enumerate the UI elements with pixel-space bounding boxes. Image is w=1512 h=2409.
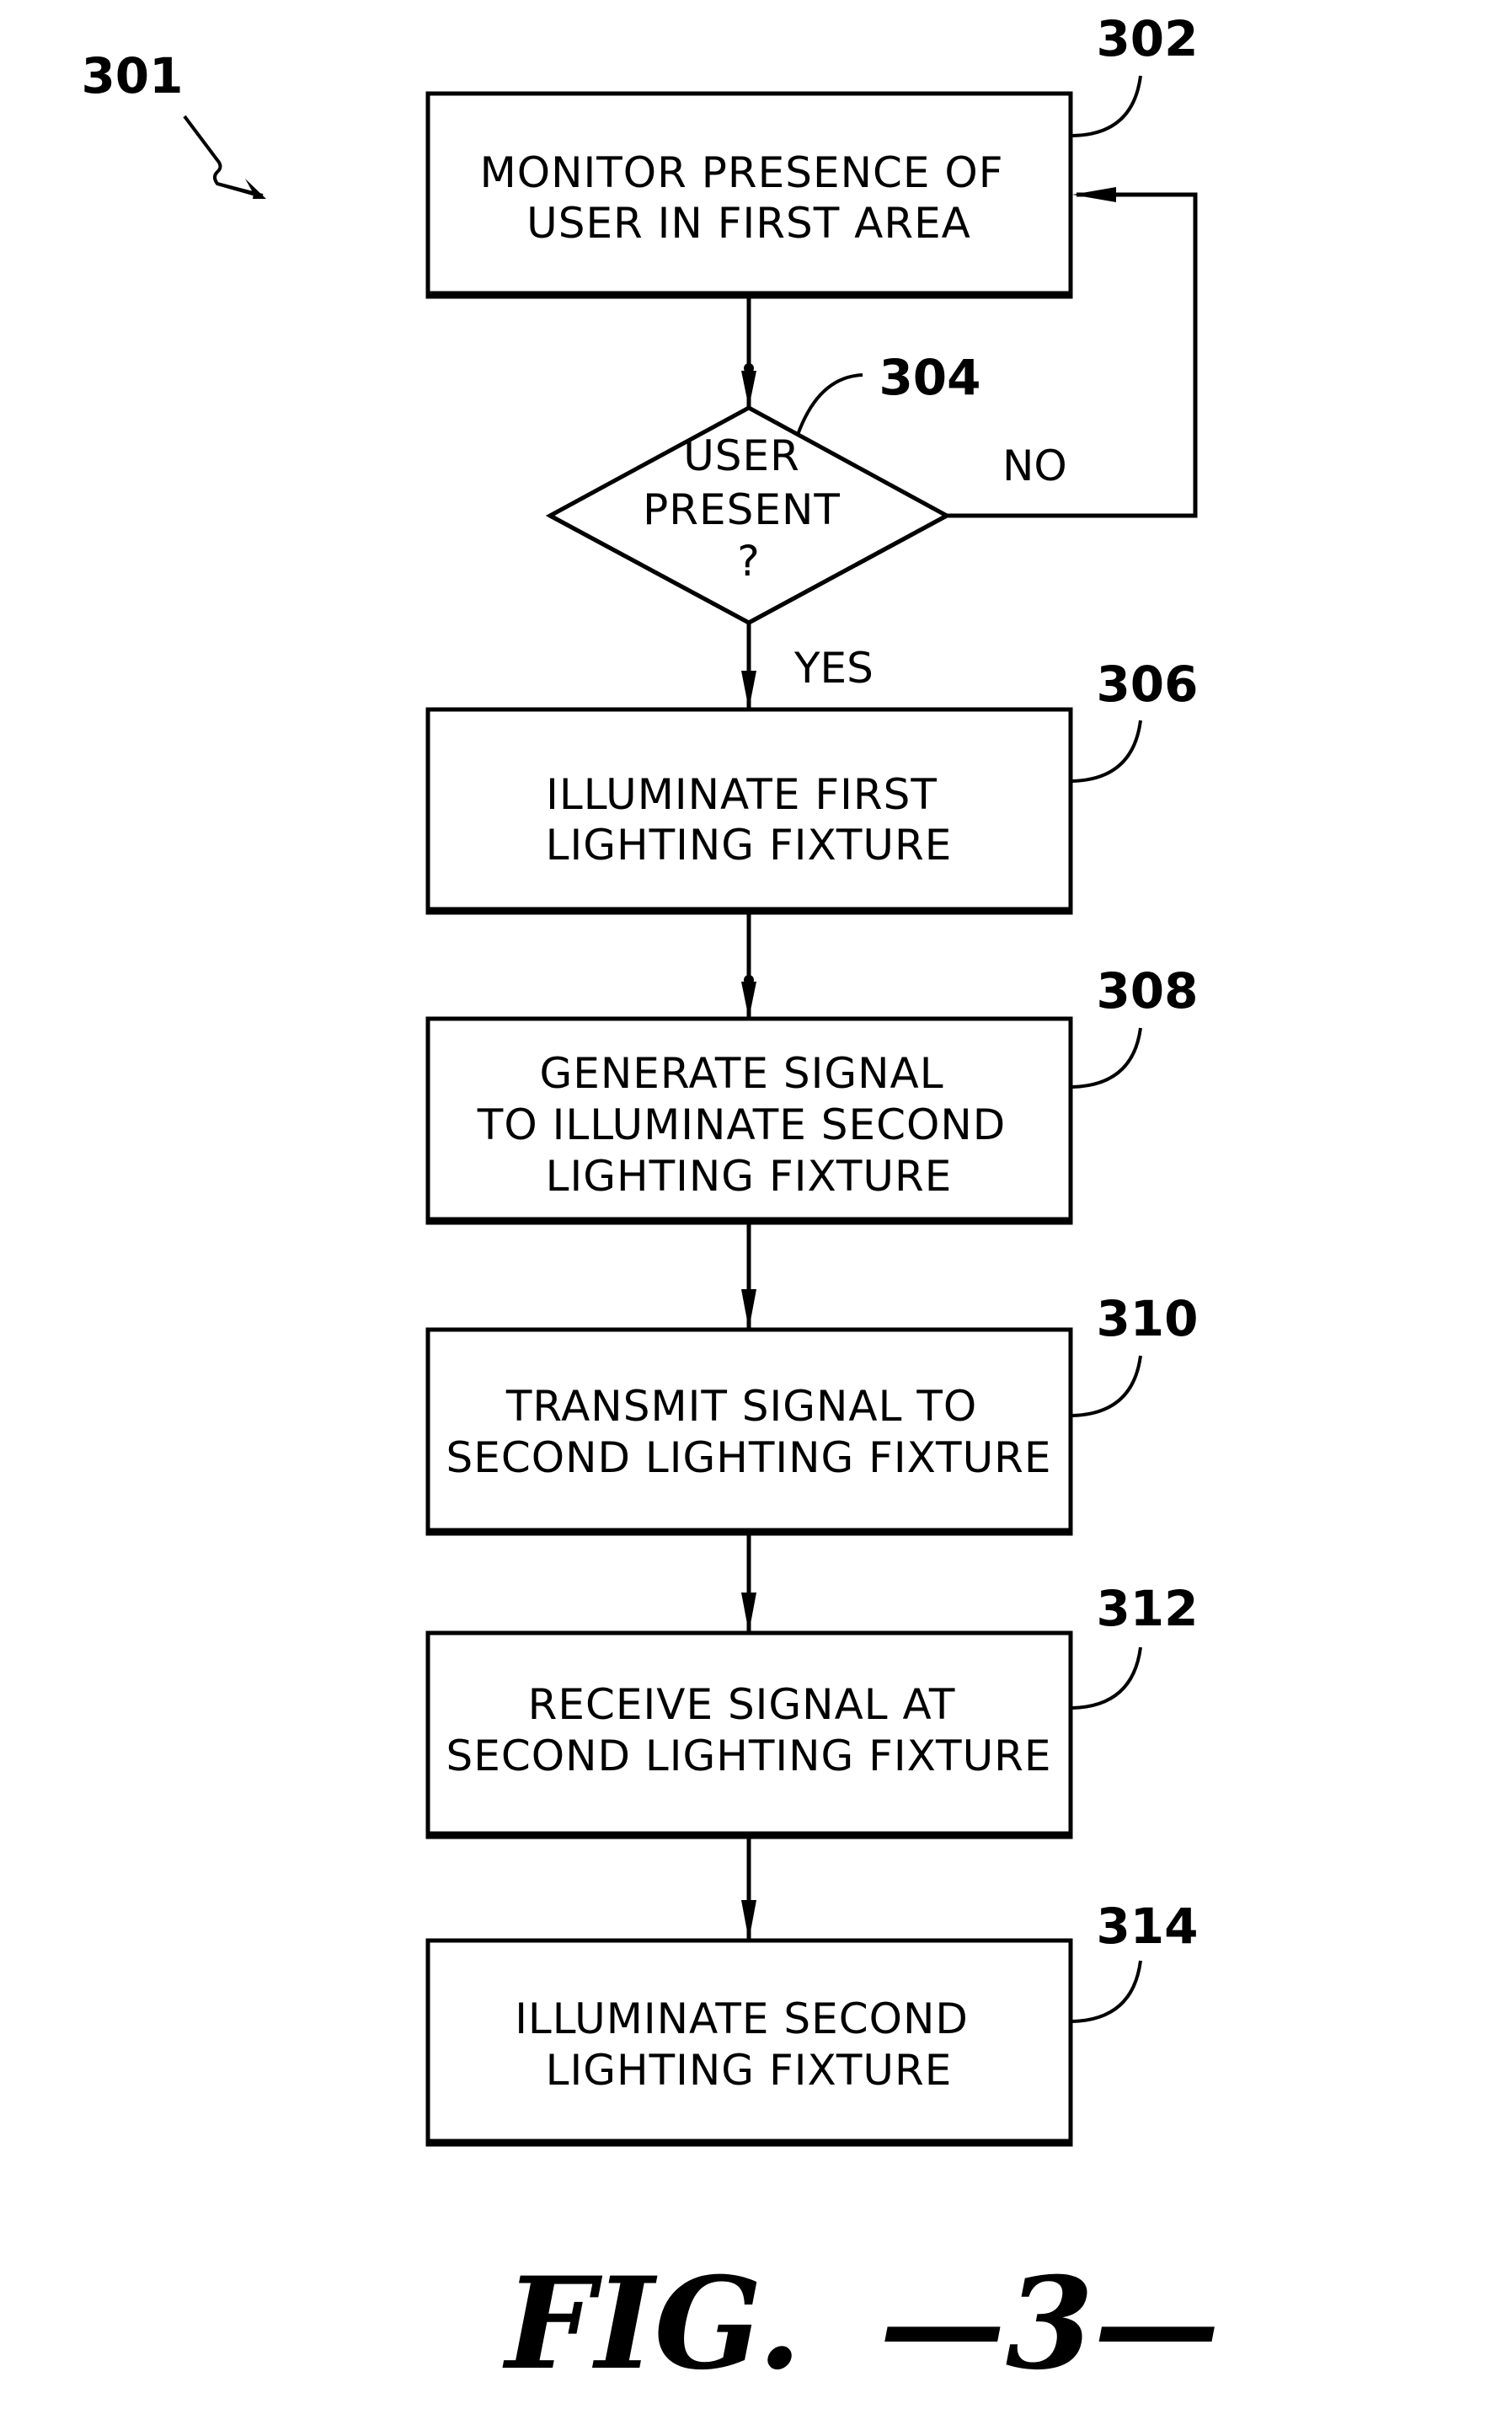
step-306-leader-line xyxy=(1071,720,1142,783)
branch-yes-label: YES xyxy=(793,644,874,693)
step-302-leader-line xyxy=(1071,75,1142,137)
step-302-reference: 302 xyxy=(1096,10,1198,67)
arrowhead-304-306-icon xyxy=(741,671,756,709)
step-304-line-3: ? xyxy=(737,537,761,586)
step-306-box[interactable]: ILLUMINATE FIRST LIGHTING FIXTURE xyxy=(425,707,1073,915)
step-308-text: GENERATE SIGNAL TO ILLUMINATE SECOND LIG… xyxy=(477,1049,1020,1201)
step-302-line-2: USER IN FIRST AREA xyxy=(526,199,971,248)
step-314-box[interactable]: ILLUMINATE SECOND LIGHTING FIXTURE xyxy=(425,1938,1073,2147)
step-312-box[interactable]: RECEIVE SIGNAL AT SECOND LIGHTING FIXTUR… xyxy=(425,1630,1073,1839)
connector-dot-306-308 xyxy=(744,975,754,985)
figure-caption: FIG. —3— xyxy=(502,2250,1220,2398)
step-312-reference: 312 xyxy=(1096,1580,1198,1637)
step-314-reference: 314 xyxy=(1096,1898,1198,1955)
figure-reference-label: 301 xyxy=(81,47,183,104)
step-304-decision[interactable]: USER PRESENT ? xyxy=(545,405,952,625)
step-308-line-1: GENERATE SIGNAL xyxy=(540,1049,944,1098)
arrowhead-312-314-icon xyxy=(741,1900,756,1941)
step-310-line-1: TRANSMIT SIGNAL TO xyxy=(505,1382,977,1431)
figure-caption-number: —3— xyxy=(879,2250,1220,2398)
connector-dot-302-304 xyxy=(744,363,754,373)
step-310-leader-line xyxy=(1071,1355,1142,1417)
figure-caption-label: FIG. xyxy=(502,2250,802,2398)
step-306-line-1: ILLUMINATE FIRST xyxy=(546,770,938,819)
step-310-box[interactable]: TRANSMIT SIGNAL TO SECOND LIGHTING FIXTU… xyxy=(425,1327,1073,1536)
step-314-leader-line xyxy=(1071,1960,1142,2023)
step-308-box[interactable]: GENERATE SIGNAL TO ILLUMINATE SECOND LIG… xyxy=(425,1016,1073,1225)
arrowhead-306-308-icon xyxy=(741,982,756,1019)
step-306-line-2: LIGHTING FIXTURE xyxy=(546,821,953,870)
step-308-leader-line xyxy=(1071,1027,1142,1089)
arrowhead-308-310-icon xyxy=(741,1289,756,1330)
step-312-line-2: SECOND LIGHTING FIXTURE xyxy=(446,1732,1051,1780)
step-312-leader-line xyxy=(1071,1646,1142,1710)
arrowhead-310-312-icon xyxy=(741,1593,756,1633)
flowchart: 301 MONITOR PRESENCE OF USER IN FIRST AR… xyxy=(81,10,1220,2398)
step-308-line-2: TO ILLUMINATE SECOND xyxy=(477,1100,1007,1149)
step-304-reference: 304 xyxy=(879,349,980,406)
step-304-line-2: PRESENT xyxy=(643,485,841,534)
step-306-reference: 306 xyxy=(1096,656,1198,713)
step-312-line-1: RECEIVE SIGNAL AT xyxy=(528,1680,956,1729)
step-308-line-3: LIGHTING FIXTURE xyxy=(546,1152,953,1201)
step-314-line-2: LIGHTING FIXTURE xyxy=(546,2046,953,2095)
step-310-line-2: SECOND LIGHTING FIXTURE xyxy=(446,1433,1051,1482)
step-310-reference: 310 xyxy=(1096,1290,1198,1347)
step-314-line-1: ILLUMINATE SECOND xyxy=(515,1994,969,2043)
step-304-line-1: USER xyxy=(683,431,800,480)
step-302-box[interactable]: MONITOR PRESENCE OF USER IN FIRST AREA xyxy=(425,91,1073,299)
figure-reference-arrow-icon xyxy=(183,115,266,199)
branch-no-label: NO xyxy=(1002,442,1067,490)
arrowhead-302-304-icon xyxy=(741,371,756,408)
step-304-leader-line xyxy=(796,373,863,436)
step-308-reference: 308 xyxy=(1096,962,1198,1020)
arrowhead-no-loop-icon xyxy=(1072,187,1116,202)
step-302-line-1: MONITOR PRESENCE OF xyxy=(480,148,1004,197)
